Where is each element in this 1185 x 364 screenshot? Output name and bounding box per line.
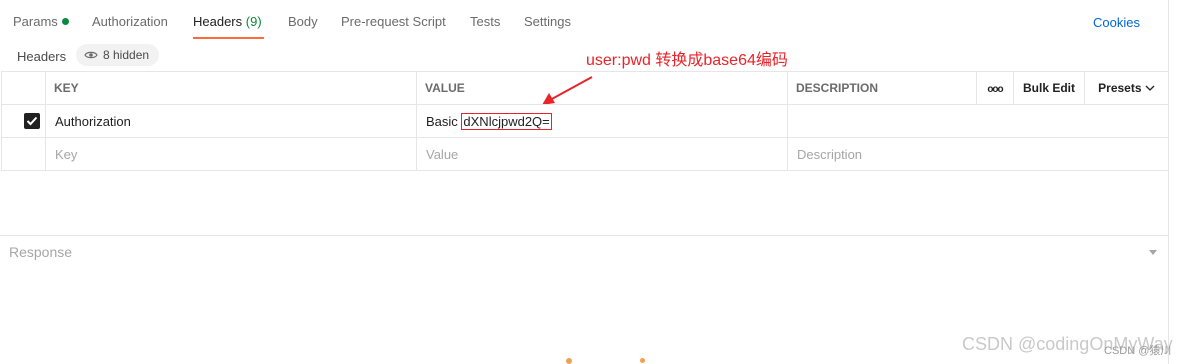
decorative-dot-icon [566,358,572,364]
eye-icon [84,51,98,59]
tab-body-label: Body [288,14,318,29]
tab-body[interactable]: Body [288,14,318,29]
response-label[interactable]: Response [9,244,72,260]
bulk-edit-button[interactable]: Bulk Edit [1013,71,1085,105]
headers-table: KEY VALUE DESCRIPTION ooo Bulk Edit Pres… [1,71,1169,171]
header-checkbox-cell [1,71,46,105]
cookies-link[interactable]: Cookies [1093,15,1140,30]
description-input-placeholder[interactable]: Description [787,137,1169,171]
row-key-cell[interactable]: Authorization [45,104,417,138]
value-input-placeholder[interactable]: Value [416,137,788,171]
table-row-new: Key Value Description [1,137,1169,171]
more-options-button[interactable]: ooo [976,71,1014,105]
tab-tests-label: Tests [470,14,501,29]
tab-settings-label: Settings [524,14,571,29]
tab-params-label: Params [13,14,58,29]
key-input-placeholder[interactable]: Key [45,137,417,171]
response-divider [0,235,1168,236]
tab-pre-request-label: Pre-request Script [341,14,446,29]
column-key: KEY [45,71,417,105]
params-status-dot [61,18,69,25]
active-tab-underline [193,37,264,39]
tab-headers[interactable]: Headers (9) [193,14,262,29]
column-value: VALUE [416,71,788,105]
column-description: DESCRIPTION [787,71,977,105]
tab-headers-label: Headers [193,14,243,29]
check-icon [26,116,38,126]
response-collapse-caret-icon[interactable] [1149,250,1157,255]
row-enabled-checkbox[interactable] [24,113,40,129]
row-checkbox-cell [1,104,46,138]
table-header-row: KEY VALUE DESCRIPTION ooo Bulk Edit Pres… [1,71,1169,105]
decorative-dot-icon-2 [640,358,645,363]
presets-dropdown[interactable]: Presets [1084,71,1169,105]
tab-tests[interactable]: Tests [470,14,500,29]
annotation-text: user:pwd 转换成base64编码 [586,52,788,69]
tab-authorization-label: Authorization [92,14,168,29]
value-prefix: Basic [426,113,462,129]
presets-label: Presets [1098,81,1142,95]
request-tabs: Params Authorization Headers (9) Body Pr… [0,0,1168,44]
tab-headers-count: (9) [245,14,262,29]
hidden-headers-toggle[interactable]: 8 hidden [76,44,160,66]
watermark-small: CSDN @猿川 [1104,345,1172,357]
chevron-down-icon [1145,85,1155,91]
right-border [1168,0,1169,364]
more-options-label: ooo [987,84,1003,95]
hidden-count-label: 8 hidden [103,48,150,62]
tab-settings[interactable]: Settings [524,14,571,29]
value-token-highlight: dXNlcjpwd2Q= [461,112,552,130]
headers-subtitle: Headers [17,49,67,64]
tab-pre-request-script[interactable]: Pre-request Script [341,14,446,29]
tab-authorization[interactable]: Authorization [92,14,168,29]
row-value-cell[interactable]: Basic dXNlcjpwd2Q= [416,104,788,138]
table-row: Authorization Basic dXNlcjpwd2Q= [1,104,1169,138]
new-row-checkbox-cell [1,137,46,171]
tab-params[interactable]: Params [13,14,69,29]
row-description-cell[interactable] [787,104,1169,138]
